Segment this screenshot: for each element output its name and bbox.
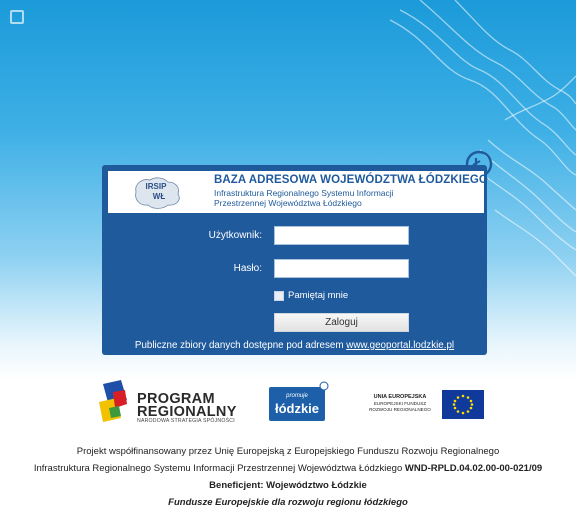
footer-line1: Projekt współfinansowany przez Unię Euro… (76, 446, 500, 457)
remember-me-checkbox[interactable] (274, 291, 284, 301)
page-title: BAZA ADRESOWA WOJEWÓDZTWA ŁÓDZKIEGO (214, 174, 488, 186)
username-label: Użytkownik: (208, 230, 262, 241)
footer-line2-code: WND-RPLD.04.02.00-00-021/09 (404, 463, 543, 474)
login-button[interactable]: Zaloguj (274, 313, 409, 332)
eu-line3: ROZWOJU REGIONALNEGO (369, 407, 431, 412)
eu-line2: EUROPEJSKI FUNDUSZ (373, 401, 427, 406)
password-input[interactable] (274, 259, 409, 278)
program-line3: NARODOWA STRATEGIA SPÓJNOŚCI (137, 418, 235, 424)
page-subtitle-line1: Infrastruktura Regionalnego Systemu Info… (214, 188, 394, 198)
footer-beneficiary: Beneficjent: Województwo Łódzkie (209, 480, 367, 491)
irsip-emblem-logo: IRSIP WŁ (135, 177, 180, 209)
public-data-notice: Publiczne zbiory danych dostępne pod adr… (102, 340, 487, 351)
svg-text:IRSIP: IRSIP (146, 182, 168, 191)
geoportal-link[interactable]: www.geoportal.lodzkie.pl (346, 340, 454, 351)
lodzkie-big-text: łódzkie (274, 401, 320, 416)
corner-marker (10, 10, 24, 24)
remember-me-label[interactable]: Pamiętaj mnie (288, 290, 348, 301)
public-data-text: Publiczne zbiory danych dostępne pod adr… (134, 340, 344, 351)
svg-text:WŁ: WŁ (153, 192, 166, 201)
username-input[interactable] (274, 226, 409, 245)
password-label: Hasło: (233, 263, 262, 274)
lodzkie-mark-icon (319, 381, 329, 391)
footer-slogan: Fundusze Europejskie dla rozwoju regionu… (168, 497, 408, 508)
eu-flag-icon (442, 390, 484, 419)
page-subtitle-line2: Przestrzennej Województwa Łódzkiego (214, 198, 362, 208)
footer-line2: Infrastruktura Regionalnego Systemu Info… (0, 463, 576, 474)
eu-line1: UNIA EUROPEJSKA (373, 394, 427, 400)
footer-line2-text: Infrastruktura Regionalnego Systemu Info… (33, 463, 403, 474)
lodzkie-small-text: promuje (286, 393, 308, 399)
